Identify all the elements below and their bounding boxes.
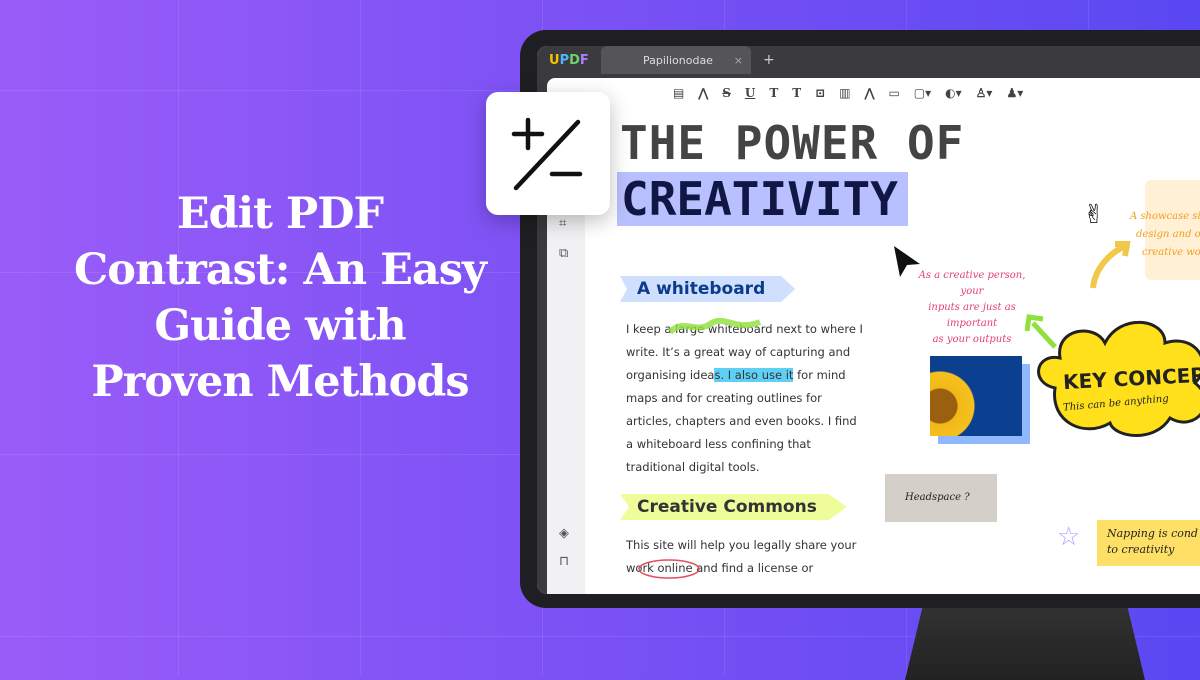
crop-icon[interactable]: ⌗ (559, 216, 566, 231)
note-line: as your outputs (932, 334, 1012, 345)
layers-icon[interactable]: ◈ (559, 526, 569, 541)
text-line: This site will help you legally share yo… (626, 538, 857, 552)
eraser-icon[interactable]: ▭ (888, 86, 899, 100)
pink-note: As a creative person, your inputs are jus… (907, 268, 1037, 348)
signature-icon[interactable]: ♟▾ (1006, 86, 1023, 100)
note-line: inputs are just as important (928, 302, 1016, 329)
callout-icon[interactable]: ▥ (839, 86, 850, 100)
pdf-page: THE POWER OF CREATIVITY A whiteboard I k… (585, 108, 1200, 594)
doc-title-line1: THE POWER OF (620, 116, 965, 170)
new-tab-button[interactable]: + (763, 52, 775, 68)
text-line: a whiteboard less confining that (626, 437, 811, 451)
tab-bar: UPDF Papilionodae × + (537, 46, 1200, 74)
headline-line: Proven Methods (91, 357, 469, 407)
text-span: organising idea (626, 368, 715, 382)
highlighted-text: s. I also use it (714, 368, 794, 382)
bookmark-icon[interactable]: ⊓ (559, 554, 569, 569)
note-line: A showcase sit (1130, 211, 1200, 222)
doc-title-line2: CREATIVITY (617, 172, 908, 226)
pencil-icon[interactable]: ⋀ (865, 86, 875, 100)
text-line: articles, chapters and even books. I fin… (626, 414, 857, 428)
headline-line: Contrast: An Easy (74, 245, 487, 295)
note-line: creative wor (1142, 247, 1200, 258)
headline: Edit PDF Contrast: An Easy Guide with Pr… (40, 186, 520, 410)
red-circle-annotation (638, 559, 700, 579)
text-span: for mind (793, 368, 846, 382)
ocr-icon[interactable]: ⧉ (559, 246, 568, 261)
text-line: maps and for creating outlines for (626, 391, 822, 405)
orange-note: A showcase sit design and ot creative wor (1130, 208, 1200, 262)
text-icon[interactable]: T (792, 86, 801, 100)
annotation-toolbar: ▤ ⋀ S U T T ⊡ ▥ ⋀ ▭ ▢▾ ◐▾ ♙▾ ♟▾ (547, 78, 1200, 108)
paragraph: I keep a large whiteboard next to where … (626, 318, 866, 479)
yellow-arrow (1090, 241, 1131, 289)
section-heading: A whiteboard (620, 276, 796, 302)
star-icon: ☆ (1057, 522, 1081, 552)
comment-icon[interactable]: ▤ (673, 86, 684, 100)
headline-line: Edit PDF (176, 189, 384, 239)
plus-minus-icon (511, 117, 583, 191)
updf-logo: UPDF (549, 52, 589, 68)
note-line: design and ot (1136, 229, 1200, 240)
tab-document[interactable]: Papilionodae × (601, 46, 751, 74)
monitor-stand (905, 600, 1145, 680)
squiggly-icon[interactable]: T (769, 86, 778, 100)
note-line: Napping is cond (1107, 527, 1198, 540)
note-line: As a creative person, your (918, 270, 1026, 297)
sunflower-image (930, 356, 1022, 436)
app-window: UPDF Papilionodae × + ▤ ⋀ S U T T ⊡ ▥ ⋀ ▭ ▢▾ ◐▾ ♙▾ ♟▾ … (537, 46, 1200, 594)
headspace-label: Headspace ? (905, 492, 970, 503)
green-squiggle (667, 318, 762, 335)
headline-line: Guide with (154, 301, 406, 351)
stamp-icon[interactable]: ♙▾ (976, 86, 993, 100)
highlight-icon[interactable]: ⋀ (698, 86, 708, 100)
note-line: to creativity (1107, 543, 1175, 556)
text-line: organising ideas. I also use it for mind (626, 364, 866, 387)
app-body: ▤⋀SUTT⊡▥⋀▭▢▾◐▾♙▾♟▾ ⎘ ⌗ ⧉ ◈ ⊓ THE POWER O… (537, 74, 1200, 594)
text-line: traditional digital tools. (626, 460, 760, 474)
close-tab-icon[interactable]: × (734, 54, 743, 67)
text-line: write. It’s a great way of capturing and (626, 345, 851, 359)
peace-hand-icon: ✌ (1083, 200, 1105, 230)
strikethrough-icon[interactable]: S (722, 86, 731, 100)
tab-label: Papilionodae (643, 53, 713, 67)
plus-minus-card (486, 92, 610, 215)
underline-icon[interactable]: U (745, 86, 755, 100)
shape-icon[interactable]: ▢▾ (914, 86, 931, 100)
section-heading: Creative Commons (620, 494, 847, 520)
textbox-icon[interactable]: ⊡ (815, 86, 825, 100)
napping-note: Napping is cond to creativity (1097, 520, 1200, 566)
sticker-icon[interactable]: ◐▾ (945, 86, 962, 100)
monitor: UPDF Papilionodae × + ▤ ⋀ S U T T ⊡ ▥ ⋀ ▭ ▢▾ ◐▾ ♙▾ ♟▾ … (520, 30, 1200, 608)
